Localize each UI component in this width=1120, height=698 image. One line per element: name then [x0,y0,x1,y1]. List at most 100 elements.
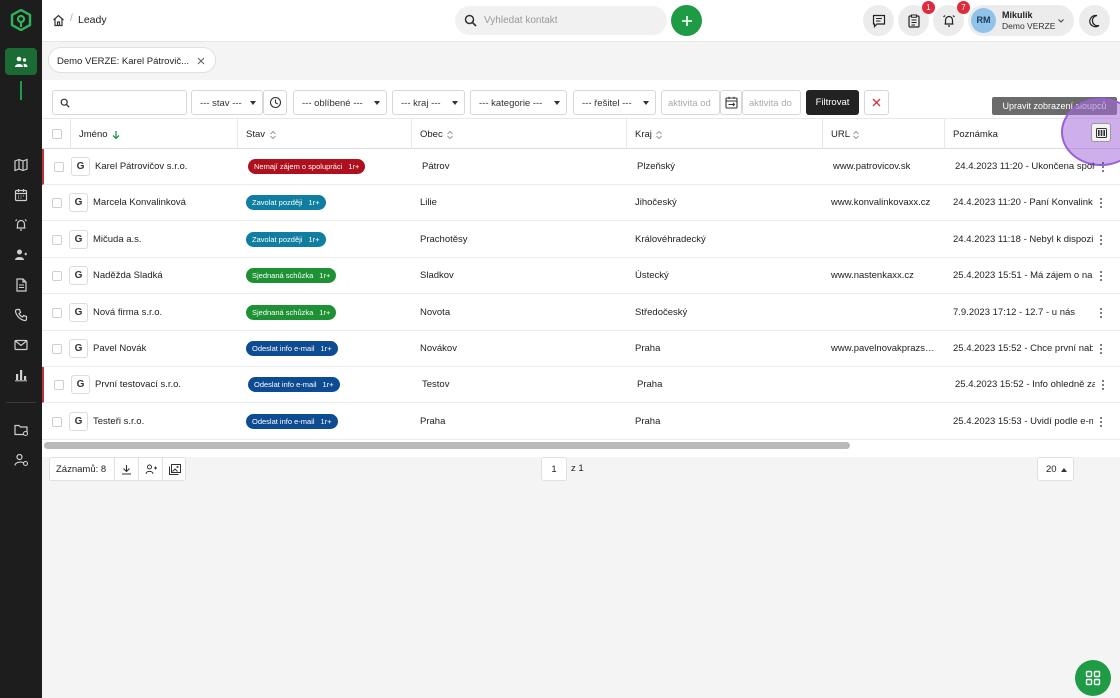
sidebar-item-leads[interactable] [5,48,37,75]
favorites-filter-select[interactable]: --- oblíbené --- [293,90,387,115]
region-filter-select[interactable]: --- kraj --- [392,90,465,115]
sort-icon[interactable] [269,130,277,140]
more-options-icon[interactable] [1096,307,1106,319]
google-icon[interactable]: G [71,375,90,395]
column-header-url[interactable]: URL [823,119,945,149]
folder-settings-icon[interactable] [13,422,29,438]
lead-url[interactable]: www.patrovicov.sk [833,161,937,172]
lead-name[interactable]: Testeři s.r.o. [93,416,233,427]
status-badge[interactable]: Nemají zájem o spolupráci 1r+ [248,159,366,174]
page-size-select[interactable]: 20 [1037,457,1074,481]
user-menu[interactable]: RM Mikulík Demo VERZE [968,5,1074,36]
column-header-city[interactable]: Obec [412,119,627,149]
row-checkbox[interactable] [52,344,62,354]
row-checkbox[interactable] [54,380,64,391]
lead-name[interactable]: Nová firma s.r.o. [93,307,233,318]
column-header-name[interactable]: Jméno [71,119,238,149]
row-checkbox[interactable] [52,234,62,245]
sort-icon[interactable] [446,130,454,140]
filter-button[interactable]: Filtrovat [806,90,859,115]
row-checkbox[interactable] [52,271,62,282]
add-button[interactable] [671,5,702,36]
calendar-icon[interactable] [13,187,29,203]
status-badge[interactable]: Sjednaná schůzka 1r+ [246,304,337,320]
lead-url[interactable]: www.nastenkaxx.cz [831,270,935,281]
assign-users-button[interactable] [138,458,162,480]
date-range-button[interactable] [720,90,742,115]
lead-url[interactable]: www.pavelnovakprazsky.cz [831,343,935,354]
status-filter-select[interactable]: --- stav --- [191,90,263,115]
record-tab[interactable]: Demo VERZE: Karel Pátrovič... [48,47,216,73]
mail-icon[interactable] [13,337,29,353]
close-icon[interactable] [197,57,205,65]
more-options-icon[interactable] [1098,379,1108,391]
export-button[interactable] [114,458,138,480]
contact-search[interactable] [455,6,667,35]
table-search-field[interactable] [52,90,187,115]
status-badge[interactable]: Zavolat později 1r+ [246,195,326,211]
chart-icon[interactable] [13,367,29,383]
gallery-button[interactable] [162,458,186,480]
tasks-button[interactable]: 1 [898,1,935,36]
clear-filters-button[interactable] [864,90,889,115]
row-checkbox[interactable] [52,307,62,318]
more-options-icon[interactable] [1098,161,1108,173]
lead-name[interactable]: Naděžda Sladká [93,270,233,281]
more-options-icon[interactable] [1096,416,1106,428]
more-options-icon[interactable] [1096,234,1106,246]
status-badge[interactable]: Sjednaná schůzka 1r+ [246,268,337,284]
lead-url[interactable]: www.konvalinkovaxx.cz [831,197,935,208]
column-header-region[interactable]: Kraj [627,119,823,149]
apps-menu-button[interactable] [1075,660,1111,696]
row-checkbox[interactable] [52,198,62,209]
table-row[interactable]: G Testeři s.r.o. Odeslat info e-mail 1r+ Pra… [42,404,1120,440]
column-settings-button[interactable] [1091,123,1111,142]
assignee-filter-select[interactable]: --- řešitel --- [573,90,656,115]
table-row[interactable]: G Nová firma s.r.o. Sjednaná schůzka 1r+ Nov… [42,295,1120,331]
user-settings-icon[interactable] [13,452,29,468]
more-options-icon[interactable] [1096,270,1106,282]
lead-name[interactable]: Karel Pátrovičov s.r.o. [95,161,235,172]
home-icon[interactable] [52,14,65,27]
search-input[interactable] [484,11,659,30]
status-badge[interactable]: Odeslat info e-mail 1r+ [246,341,338,356]
lead-name[interactable]: Pavel Novák [93,343,233,354]
table-row[interactable]: G Marcela Konvalinková Zavolat později 1r+ L… [42,185,1120,222]
table-row[interactable]: G Karel Pátrovičov s.r.o. Nemají zájem o s… [42,149,1120,185]
more-options-icon[interactable] [1096,197,1106,209]
column-header-status[interactable]: Stav [238,119,412,149]
activity-to-field[interactable]: aktivita do [742,90,801,115]
table-row[interactable]: G Mičuda a.s. Zavolat později 1r+ Prachotěsy… [42,222,1120,258]
document-icon[interactable] [13,277,29,293]
sort-descending-icon[interactable] [112,130,120,140]
google-icon[interactable]: G [69,339,88,358]
alerts-button[interactable]: 7 [933,1,970,36]
table-row[interactable]: G Naděžda Sladká Sjednaná schůzka 1r+ Sladko… [42,258,1120,295]
phone-icon[interactable] [13,307,29,323]
status-badge[interactable]: Odeslat info e-mail 1r+ [248,377,340,393]
lead-name[interactable]: První testovací s.r.o. [95,379,235,390]
lead-name[interactable]: Marcela Konvalinková [93,197,233,208]
more-options-icon[interactable] [1096,343,1106,355]
map-icon[interactable] [13,157,29,173]
google-icon[interactable]: G [71,157,90,176]
history-filter-button[interactable] [263,90,287,115]
alarm-icon[interactable] [13,217,29,233]
page-input[interactable]: 1 [541,457,567,481]
row-checkbox[interactable] [54,162,64,172]
contacts-icon[interactable] [13,247,29,263]
app-logo-icon[interactable] [10,9,32,31]
dark-mode-toggle[interactable] [1079,5,1110,36]
activity-from-field[interactable]: aktivita od [661,90,720,115]
google-icon[interactable]: G [69,411,88,431]
google-icon[interactable]: G [69,229,88,249]
lead-name[interactable]: Mičuda a.s. [93,234,233,245]
google-icon[interactable]: G [69,266,88,286]
google-icon[interactable]: G [69,193,88,213]
row-checkbox[interactable] [52,416,62,427]
status-badge[interactable]: Zavolat později 1r+ [246,231,326,247]
chat-button[interactable] [863,5,894,36]
horizontal-scrollbar[interactable] [44,442,850,449]
google-icon[interactable]: G [69,302,88,322]
table-row[interactable]: G První testovací s.r.o. Odeslat info e-ma… [42,367,1120,404]
